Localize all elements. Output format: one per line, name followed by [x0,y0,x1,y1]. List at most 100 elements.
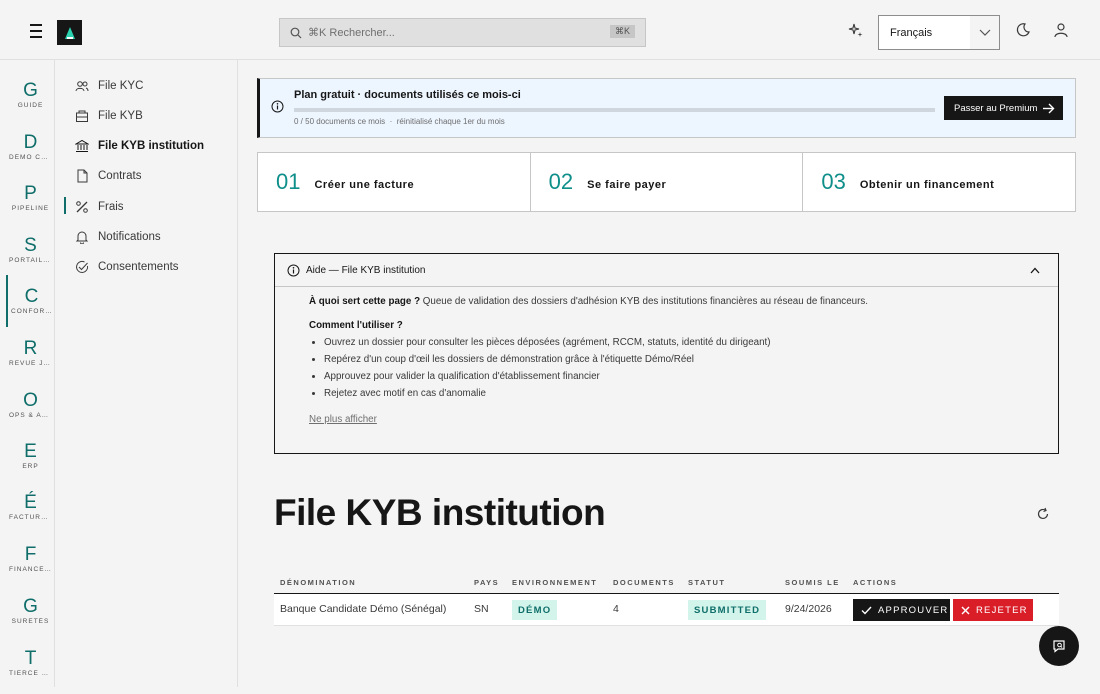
rail-item-ops[interactable]: O OPS & AD... [6,390,55,436]
step-number: 02 [548,169,574,194]
active-indicator [64,197,66,214]
refresh-icon[interactable] [1036,507,1050,521]
bell-icon [75,231,89,244]
ai-sparkle-icon[interactable] [848,22,864,38]
rail-letter: E [24,441,37,462]
check-icon [861,606,872,615]
environment-tag: DÉMO [512,600,558,620]
table-header: DÉNOMINATION PAYS ENVIRONNEMENT DOCUMENT… [274,573,1059,594]
bank-icon [75,139,89,152]
column-header: ACTIONS [853,578,898,587]
rail-item-guide[interactable]: G GUIDE [6,80,55,126]
moon-icon[interactable] [1015,22,1031,38]
nav-item-frais[interactable]: Frais [75,197,124,217]
rail-item-financement[interactable]: F FINANCEM... [6,544,55,590]
nav-item-notifications[interactable]: Notifications [75,227,161,247]
page-title: File KYB institution [274,492,606,533]
column-header[interactable]: DÉNOMINATION [280,578,356,587]
menu-icon[interactable] [26,24,46,38]
rail-item-conformite[interactable]: CCONFORM... [6,275,55,327]
building-icon [76,110,88,122]
rail-label: OPS & AD... [9,412,55,419]
users-icon [75,81,89,92]
help-title: Aide — File KYB institution [306,264,426,276]
arrow-right-icon [1043,103,1055,113]
column-header[interactable]: ENVIRONNEMENT [512,578,597,587]
rail-letter: G [23,596,38,617]
rail-item-revue[interactable]: R REVUE JU... [6,338,55,384]
nav-item-contrats[interactable]: Contrats [75,166,141,186]
submitted-date: 9/24/2026 [785,603,832,615]
reject-button[interactable]: REJETER [953,599,1033,621]
help-panel: Aide — File KYB institution À quoi sert … [274,253,1059,454]
approve-button[interactable]: APPROUVER [853,599,950,621]
rail-item-facturation[interactable]: É FACTURAT... [6,492,55,538]
nav-item-kyc[interactable]: File KYC [75,76,143,96]
language-select[interactable]: Français [878,15,971,50]
user-icon[interactable] [1053,22,1069,38]
check-circle-icon [76,260,89,273]
rail-item-pipeline[interactable]: P PIPELINE [6,183,55,229]
chevron-down-icon [979,29,990,36]
column-header[interactable]: STATUT [688,578,725,587]
rail-item-tierce[interactable]: TTIERCE DE... [6,648,55,694]
rail-label: REVUE JU... [9,360,55,367]
nav-item-consentements[interactable]: Consentements [75,257,179,277]
nav-label: File KYC [98,80,144,92]
status-badge: SUBMITTED [688,600,767,620]
info-icon [271,100,284,113]
rail-letter: F [24,544,37,565]
app-logo[interactable] [57,20,82,45]
column-header[interactable]: DOCUMENTS [613,578,675,587]
column-header[interactable]: SOUMIS LE [785,578,840,587]
help-content: À quoi sert cette page ? Queue de valida… [275,287,1058,425]
rail-letter: G [23,80,38,101]
help-usage-heading: Comment l'utiliser ? [309,320,1058,331]
rail-label: CONFORM... [11,308,55,315]
nav-label: Consentements [98,261,179,273]
rail-label: FINANCEM... [9,566,55,573]
help-toggle[interactable]: Aide — File KYB institution [275,254,1058,287]
country-code: SN [474,603,489,615]
help-list: Ouvrez un dossier pour consulter les piè… [324,337,1058,399]
rail-letter: O [23,390,38,411]
chat-button[interactable] [1039,626,1079,666]
nav-label: Notifications [98,231,161,243]
nav-item-kyb-institution[interactable]: File KYB institution [75,136,204,156]
usage-progress-bar [294,108,935,112]
usage-separator: · [389,117,393,126]
help-question: Comment l'utiliser ? [309,320,403,331]
language-dropdown-button[interactable] [970,15,1000,50]
step-get-paid[interactable]: 02 Se faire payer [531,153,804,211]
shortcut-badge: ⌘K [609,25,635,38]
chat-icon [1053,640,1065,653]
dismiss-help-link[interactable]: Ne plus afficher [309,414,377,425]
onboarding-steps: 01 Créer une facture 02 Se faire payer 03 O… [257,152,1076,212]
rail-label: FACTURAT... [9,514,55,521]
rail-item-erp[interactable]: E ERP [6,441,55,487]
close-icon [961,606,970,614]
search-placeholder: ⌘K Rechercher... [308,27,395,39]
rail-label: SÛRETÉS [11,618,50,625]
top-bar: ⌘K Rechercher... ⌘K Français [0,0,1100,60]
rail-label: GUIDE [17,102,44,109]
step-get-financing[interactable]: 03 Obtenir un financement [803,153,1075,211]
help-list-item: Ouvrez un dossier pour consulter les piè… [324,337,1058,348]
rail-letter: S [24,235,37,256]
upgrade-premium-button[interactable]: Passer au Premium [944,96,1063,120]
rail-label: DÉMO CRUD [9,154,55,161]
step-label: Obtenir un financement [859,179,995,191]
rail-item-suretes[interactable]: G SÛRETÉS [6,596,55,642]
step-create-invoice[interactable]: 01 Créer une facture [258,153,531,211]
rail-item-demo-crud[interactable]: D DÉMO CRUD [6,132,55,178]
rail-letter: P [24,183,37,204]
table-row[interactable]: Banque Candidate Démo (Sénégal) SN DÉMO … [274,594,1059,626]
search-input[interactable]: ⌘K Rechercher... ⌘K [279,18,646,47]
nav-item-kyb[interactable]: File KYB [75,106,143,126]
chevron-up-icon [1030,267,1040,273]
column-header[interactable]: PAYS [474,578,499,587]
nav-label: File KYB institution [98,140,205,152]
percent-icon [76,201,88,213]
help-answer: Queue de validation des dossiers d'adhés… [420,296,868,307]
info-icon [287,264,300,276]
